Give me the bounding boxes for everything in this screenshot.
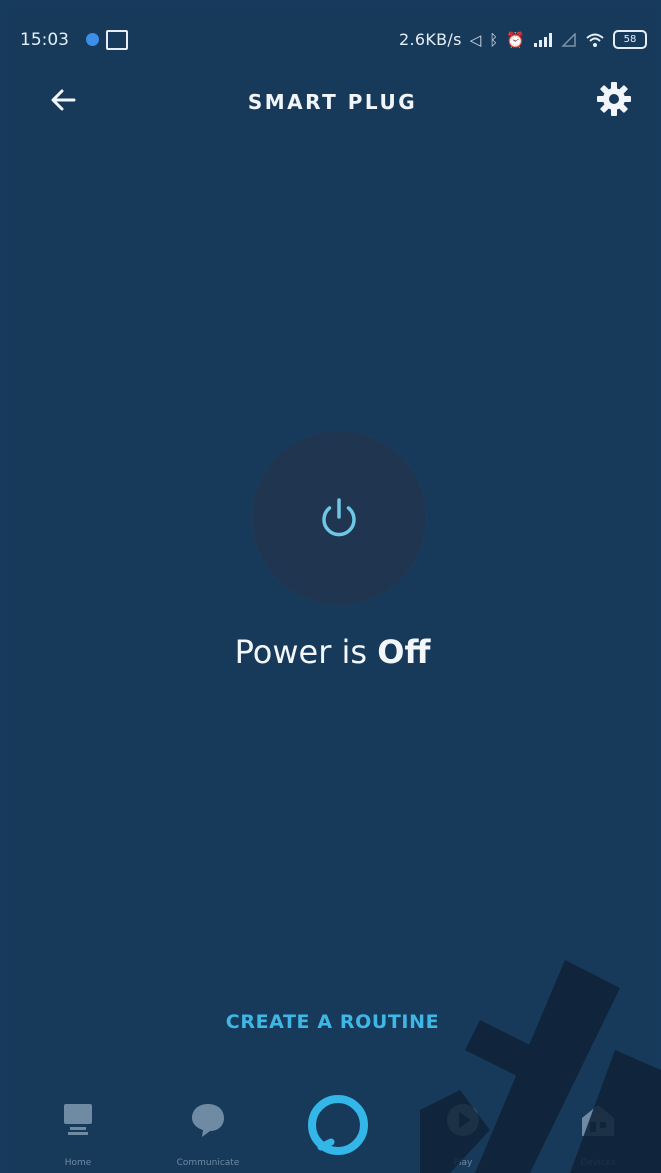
app-frame: 15:03 2.6KB/s ◁ ᛒ ⏰ 58 SMART PLUG Power …: [8, 8, 657, 1173]
bluetooth-icon: ᛒ: [489, 30, 499, 49]
nav-home-label: Home: [64, 1158, 92, 1168]
status-bar: 15:03 2.6KB/s ◁ ᛒ ⏰ 58: [8, 8, 657, 66]
power-status-prefix: Power is: [234, 633, 378, 671]
nav-devices[interactable]: Devices: [548, 1088, 648, 1173]
power-status-text: Power is Off: [8, 633, 657, 671]
location-icon: ◁: [469, 30, 482, 49]
create-routine-button[interactable]: CREATE A ROUTINE: [8, 1011, 657, 1033]
power-icon: [322, 498, 356, 537]
chat-bubble-icon: [192, 1104, 224, 1137]
alarm-icon: ⏰: [506, 30, 525, 49]
power-state: Off: [377, 633, 431, 671]
gear-icon: [597, 82, 631, 116]
nav-communicate[interactable]: Communicate: [153, 1088, 263, 1173]
devices-icon: [582, 1105, 614, 1136]
wifi-icon: [586, 33, 604, 47]
bottom-navigation: Home Communicate Play Devices: [8, 1088, 657, 1173]
nav-play[interactable]: Play: [418, 1088, 508, 1173]
nav-communicate-label: Communicate: [176, 1158, 240, 1168]
signal-2-icon: [561, 32, 576, 47]
network-speed: 2.6KB/s: [399, 30, 462, 49]
app-notification-icon: [106, 30, 128, 50]
settings-button[interactable]: [593, 78, 635, 120]
signal-icon: [534, 32, 552, 47]
battery-indicator: 58: [613, 30, 647, 49]
header: SMART PLUG: [8, 66, 657, 136]
page-title: SMART PLUG: [247, 90, 418, 114]
nav-alexa[interactable]: [298, 1088, 378, 1173]
alexa-icon: [308, 1095, 368, 1155]
nav-home[interactable]: Home: [28, 1088, 128, 1173]
home-icon: [64, 1104, 92, 1135]
notification-dot-icon: [86, 33, 99, 46]
status-right-group: 2.6KB/s ◁ ᛒ ⏰ 58: [399, 30, 647, 49]
status-time: 15:03: [20, 30, 69, 50]
nav-play-label: Play: [453, 1158, 473, 1168]
power-toggle-button[interactable]: [252, 431, 426, 605]
nav-devices-label: Devices: [580, 1158, 616, 1168]
play-icon: [447, 1104, 479, 1136]
